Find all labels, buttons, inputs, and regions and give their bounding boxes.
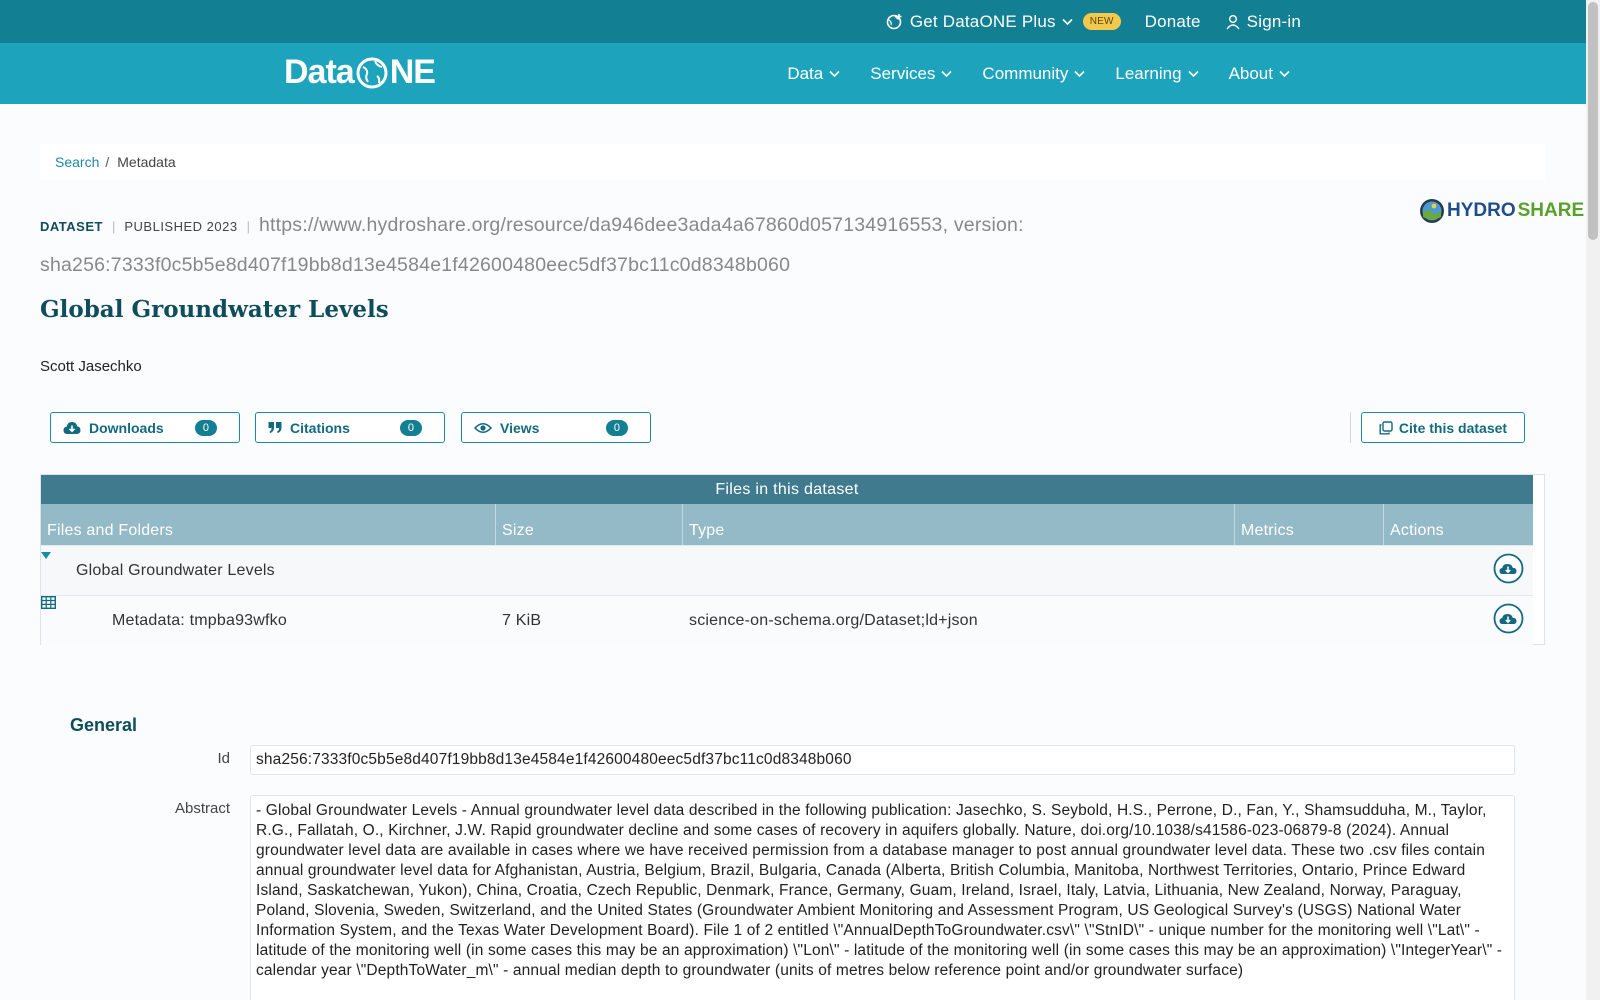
breadcrumb: Search / Metadata xyxy=(40,144,1545,180)
chevron-down-icon xyxy=(1279,70,1290,77)
chevron-down-icon xyxy=(941,70,952,77)
dataset-author[interactable]: Scott Jasechko xyxy=(40,358,142,375)
nav-item-community-label: Community xyxy=(982,63,1069,83)
caret-down-icon[interactable] xyxy=(41,552,51,559)
abstract-value: - Global Groundwater Levels - Annual gro… xyxy=(250,795,1515,1000)
id-label: Id xyxy=(217,750,230,767)
breadcrumb-search-link[interactable]: Search xyxy=(55,154,99,170)
nav-item-services-label: Services xyxy=(870,63,936,83)
download-file-icon[interactable] xyxy=(1493,603,1524,634)
cloud-download-icon xyxy=(63,421,81,434)
folder-name[interactable]: Global Groundwater Levels xyxy=(76,562,275,580)
views-count: 0 xyxy=(605,419,628,436)
cite-this-dataset-label: Cite this dataset xyxy=(1398,419,1508,436)
files-table: Files in this dataset Files and Folders … xyxy=(40,474,1545,645)
top-utility-bar: Get DataONE Plus NEW Donate Sign-in xyxy=(0,0,1586,43)
column-metrics: Metrics xyxy=(1235,504,1384,545)
sign-in-label: Sign-in xyxy=(1246,11,1301,31)
copy-icon xyxy=(1379,420,1393,434)
file-type: science-on-schema.org/Dataset;ld+json xyxy=(689,612,978,629)
column-size[interactable]: Size xyxy=(496,504,683,545)
logo-text-data: Data xyxy=(284,53,355,91)
nav-item-data-label: Data xyxy=(787,63,824,83)
files-table-heading: Files in this dataset xyxy=(41,475,1533,504)
citations-metric-button[interactable]: Citations 0 xyxy=(255,412,445,443)
table-row-file[interactable]: Metadata: tmpba93wfko 7 KiB science-on-s… xyxy=(40,595,1533,645)
nav-menu: Data Services Community Learning About xyxy=(787,43,1290,104)
citations-count: 0 xyxy=(399,419,422,436)
nav-item-services[interactable]: Services xyxy=(870,64,952,84)
tag-divider: | xyxy=(111,219,116,234)
dataset-type-tag: DATASET xyxy=(40,219,103,234)
dataset-title: Global Groundwater Levels xyxy=(40,296,389,323)
column-files-and-folders[interactable]: Files and Folders xyxy=(41,504,496,545)
chevron-down-icon xyxy=(1187,70,1199,77)
globe-plus-icon xyxy=(886,13,902,29)
breadcrumb-current: Metadata xyxy=(117,154,176,170)
donate-label: Donate xyxy=(1144,11,1201,31)
nav-item-community[interactable]: Community xyxy=(982,64,1085,84)
page-scrollbar[interactable] xyxy=(1586,0,1600,1000)
downloads-label: Downloads xyxy=(89,419,164,436)
hydroshare-logo-text-hydro: HYDRO xyxy=(1447,200,1516,221)
column-actions: Actions xyxy=(1390,522,1444,539)
citations-label: Citations xyxy=(290,419,350,436)
table-grid-icon xyxy=(40,595,57,610)
download-folder-icon[interactable] xyxy=(1493,553,1524,584)
breadcrumb-separator: / xyxy=(105,154,110,170)
downloads-count: 0 xyxy=(194,419,217,436)
nav-item-learning[interactable]: Learning xyxy=(1115,63,1199,84)
tag-divider: | xyxy=(246,219,250,234)
views-label: Views xyxy=(500,419,540,436)
column-type[interactable]: Type xyxy=(683,504,1235,545)
hydroshare-globe-icon xyxy=(1420,199,1444,223)
scrollbar-thumb[interactable] xyxy=(1588,2,1598,240)
new-badge: NEW xyxy=(1082,13,1121,30)
abstract-label: Abstract xyxy=(174,800,230,817)
sign-in-link[interactable]: Sign-in xyxy=(1225,12,1301,32)
id-value: sha256:7333f0c5b5e8d407f19bb8d13e4584e1f… xyxy=(250,745,1515,775)
files-table-header-row: Files and Folders Size Type Metrics Acti… xyxy=(41,504,1533,545)
cite-divider xyxy=(1350,412,1351,443)
get-dataone-plus-menu[interactable]: Get DataONE Plus NEW xyxy=(886,12,1121,32)
dataset-meta-line: DATASET | PUBLISHED 2023 | https://www.hydro… xyxy=(40,206,1170,286)
logo-text-ne: NE xyxy=(389,53,436,91)
chevron-down-icon xyxy=(1062,18,1073,25)
nav-item-data[interactable]: Data xyxy=(787,64,840,84)
nav-item-about[interactable]: About xyxy=(1229,64,1290,84)
get-dataone-plus-label: Get DataONE Plus xyxy=(909,11,1056,31)
nav-item-about-label: About xyxy=(1228,63,1273,83)
chevron-down-icon xyxy=(1074,70,1085,77)
eye-icon xyxy=(474,422,492,433)
hydroshare-repository-logo[interactable]: HYDRO SHARE xyxy=(1419,198,1584,224)
globe-o-icon xyxy=(356,57,388,88)
donate-link[interactable]: Donate xyxy=(1145,12,1201,32)
table-row-folder[interactable]: Global Groundwater Levels xyxy=(41,545,1533,595)
downloads-metric-button[interactable]: Downloads 0 xyxy=(50,412,240,443)
views-metric-button[interactable]: Views 0 xyxy=(461,412,651,443)
general-section-heading: General xyxy=(70,715,138,735)
main-navbar: Data NE Data Services Community Learning… xyxy=(0,43,1586,104)
top-utility-links: Get DataONE Plus NEW Donate Sign-in xyxy=(886,0,1301,43)
file-size: 7 KiB xyxy=(502,612,542,629)
hydroshare-logo-text-share: SHARE xyxy=(1517,200,1585,221)
quote-icon xyxy=(268,422,282,433)
file-name[interactable]: Metadata: tmpba93wfko xyxy=(112,612,287,630)
published-tag: PUBLISHED 2023 xyxy=(124,219,238,234)
chevron-down-icon xyxy=(829,70,840,77)
dataone-logo[interactable]: Data NE xyxy=(284,53,436,92)
user-icon xyxy=(1226,14,1240,29)
cite-this-dataset-button[interactable]: Cite this dataset xyxy=(1361,412,1525,443)
nav-item-learning-label: Learning xyxy=(1115,63,1182,83)
